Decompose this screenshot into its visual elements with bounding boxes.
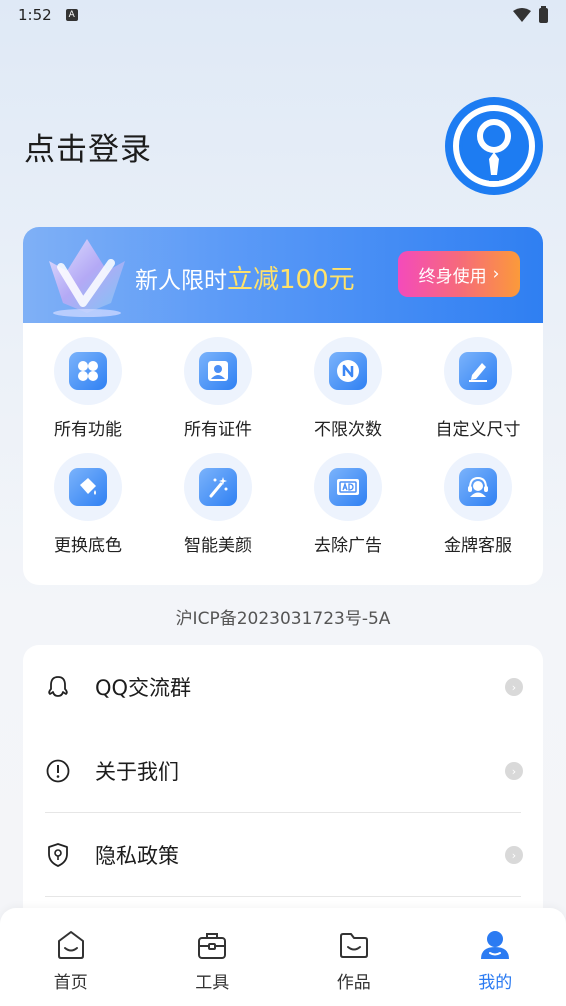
chevron-right-icon: ›: [505, 846, 523, 864]
feature-label: 去除广告: [314, 536, 382, 556]
feature-icon-bg: [444, 453, 512, 521]
customer-service-icon: [459, 468, 497, 506]
promo-text: 新人限时立减100元: [135, 259, 355, 296]
feature-custom-size[interactable]: 自定义尺寸: [413, 337, 543, 440]
feature-label: 智能美颜: [184, 536, 252, 556]
paint-bucket-icon: [69, 468, 107, 506]
feature-grid: 所有功能 所有证件 不限次数 自定义尺寸 更换底色 智能美颜 去除广告 金牌客服: [23, 337, 543, 556]
feature-label: 金牌客服: [444, 536, 512, 556]
tab-home[interactable]: 首页: [0, 908, 142, 1006]
info-icon: [46, 759, 70, 783]
feature-icon-bg: [314, 453, 382, 521]
home-icon: [57, 931, 84, 959]
feature-icon-bg: [444, 337, 512, 405]
tab-label: 作品: [336, 973, 371, 993]
chevron-right-icon: ›: [505, 678, 523, 696]
feature-icon-bg: [184, 337, 252, 405]
feature-icon-bg: [54, 453, 122, 521]
promo-highlight: 立减100元: [227, 265, 355, 295]
tab-mine[interactable]: 我的: [425, 908, 566, 1006]
feature-icon-bg: [314, 337, 382, 405]
menu-item-label: 关于我们: [95, 760, 179, 784]
notification-icon: A: [65, 9, 78, 21]
feature-remove-ads[interactable]: 去除广告: [283, 453, 413, 556]
feature-label: 所有功能: [54, 420, 122, 440]
feature-all-functions[interactable]: 所有功能: [23, 337, 153, 440]
feature-vip-support[interactable]: 金牌客服: [413, 453, 543, 556]
tab-label: 我的: [478, 973, 513, 993]
avatar[interactable]: [445, 97, 543, 195]
menu-item-label: 隐私政策: [95, 844, 179, 868]
feature-label: 自定义尺寸: [435, 420, 521, 440]
tab-tools[interactable]: 工具: [142, 908, 284, 1006]
status-time: 1:52: [18, 6, 52, 24]
icp-record: 沪ICP备2023031723号-5A: [175, 609, 391, 629]
folder-icon: [339, 933, 368, 958]
lifetime-use-button[interactable]: 终身使用 ›: [398, 251, 520, 297]
tab-label: 首页: [53, 973, 88, 993]
vip-banner[interactable]: 新人限时立减100元 终身使用 ›: [23, 227, 543, 323]
grid-four-icon: [69, 352, 107, 390]
remove-ad-icon: [329, 468, 367, 506]
promo-prefix: 新人限时: [135, 268, 227, 294]
vip-card: 新人限时立减100元 终身使用 › 所有功能 所有证件 不限次数 自定义尺寸 更…: [23, 227, 543, 585]
toolbox-icon: [198, 933, 227, 959]
unlimited-n-icon: [329, 352, 367, 390]
divider: [45, 896, 521, 897]
chevron-right-icon: ›: [492, 264, 500, 284]
lifetime-button-label: 终身使用: [418, 266, 487, 287]
menu-item-privacy-policy[interactable]: 隐私政策 ›: [45, 813, 523, 897]
wifi-icon: [513, 8, 531, 22]
menu-item-qq-group[interactable]: QQ交流群 ›: [45, 645, 523, 729]
user-avatar-icon: [453, 105, 535, 187]
crown-v-icon: [49, 239, 125, 317]
bottom-tab-bar: 首页 工具 作品 我的: [0, 908, 566, 1006]
feature-change-background[interactable]: 更换底色: [23, 453, 153, 556]
feature-smart-beauty[interactable]: 智能美颜: [153, 453, 283, 556]
id-photo-icon: [199, 352, 237, 390]
shield-icon: [48, 843, 68, 867]
status-bar: 1:52 A: [0, 0, 566, 30]
menu-item-about-us[interactable]: 关于我们 ›: [45, 729, 523, 813]
battery-icon: [539, 5, 548, 23]
chevron-right-icon: ›: [505, 762, 523, 780]
feature-label: 所有证件: [184, 420, 252, 440]
edit-size-icon: [459, 352, 497, 390]
feature-icon-bg: [54, 337, 122, 405]
tab-label: 工具: [195, 973, 230, 993]
feature-label: 更换底色: [54, 536, 122, 556]
tab-works[interactable]: 作品: [283, 908, 425, 1006]
feature-unlimited[interactable]: 不限次数: [283, 337, 413, 440]
user-profile-icon: [481, 931, 510, 959]
menu-item-label: QQ交流群: [95, 676, 192, 700]
qq-icon: [48, 676, 68, 697]
feature-icon-bg: [184, 453, 252, 521]
feature-all-ids[interactable]: 所有证件: [153, 337, 283, 440]
feature-label: 不限次数: [314, 420, 382, 440]
magic-wand-icon: [199, 468, 237, 506]
login-prompt[interactable]: 点击登录: [24, 124, 152, 169]
